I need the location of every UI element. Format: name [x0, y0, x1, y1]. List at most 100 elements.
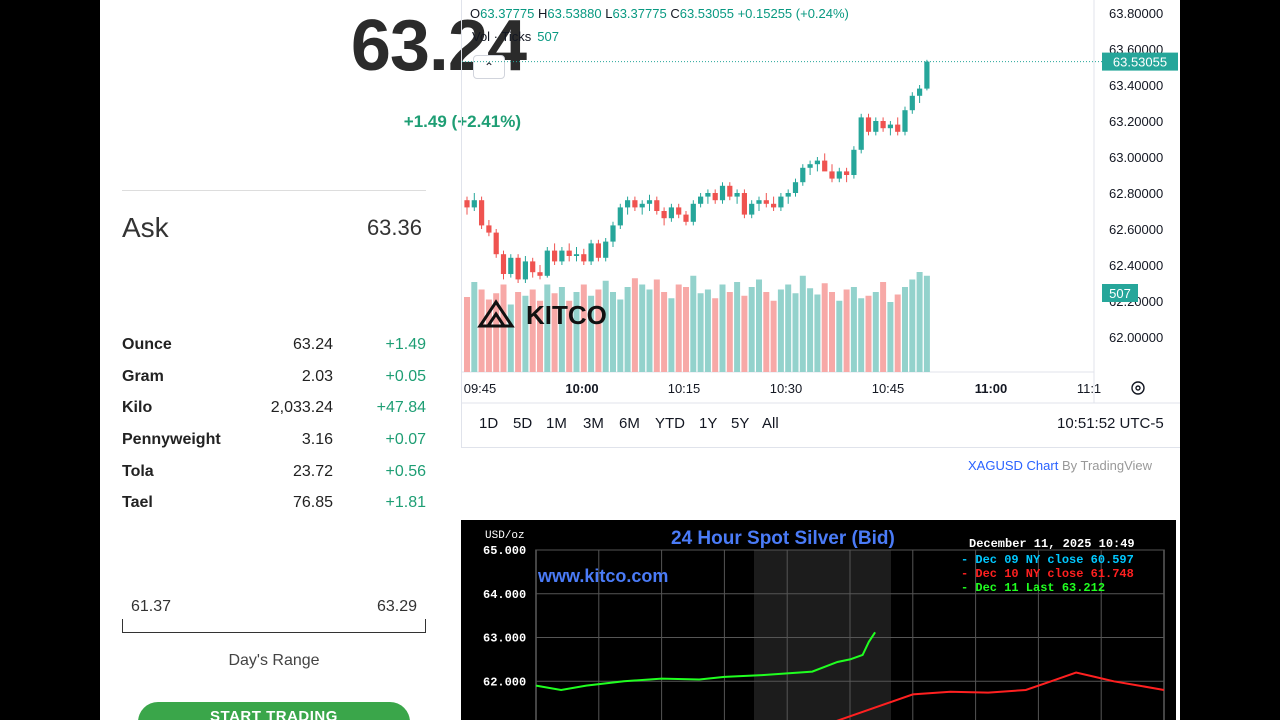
- timeframe-5y-button[interactable]: 5Y: [731, 415, 749, 432]
- candle-body: [887, 124, 893, 129]
- timeframe-all-button[interactable]: All: [762, 415, 779, 432]
- candle-body: [654, 200, 660, 211]
- tradingview-credit[interactable]: XAGUSD Chart By TradingView: [968, 458, 1152, 473]
- start-trading-button[interactable]: START TRADING: [138, 702, 410, 720]
- price-tick-label: 63.000: [483, 632, 526, 646]
- range-tick: [122, 619, 123, 633]
- timeframe-5d-button[interactable]: 5D: [513, 415, 532, 432]
- volume-bar: [748, 287, 755, 372]
- volume-bar: [756, 279, 762, 372]
- time-tick-label: 11:00: [975, 381, 1008, 396]
- timeframe-6m-button[interactable]: 6M: [619, 415, 640, 432]
- price-tick-label: 62.40000: [1109, 258, 1163, 273]
- candle-body: [829, 171, 835, 179]
- price-tick-label: 63.00000: [1109, 150, 1163, 165]
- candlestick-plot[interactable]: 63.8000063.6000063.4000063.2000063.00000…: [462, 0, 1180, 447]
- chart-clock[interactable]: 10:51:52 UTC-5: [1057, 415, 1164, 432]
- price-tick-label: 62.000: [483, 675, 526, 689]
- candle-body: [734, 193, 740, 197]
- candle-body: [544, 250, 550, 276]
- gear-ring: [1131, 381, 1145, 395]
- candle-body: [698, 196, 704, 204]
- price-tick-label: 63.20000: [1109, 114, 1163, 129]
- unit-row-tael: Tael 76.85 +1.81: [122, 494, 426, 522]
- candle-body: [479, 200, 485, 226]
- time-tick-label: 10:00: [565, 381, 598, 396]
- volume-bar: [894, 294, 901, 372]
- time-tick-label: 10:45: [872, 381, 905, 396]
- timeframe-3m-button[interactable]: 3M: [583, 415, 604, 432]
- tradingview-link[interactable]: By TradingView: [1062, 458, 1152, 473]
- tradingview-chart[interactable]: O63.37775 H63.53880 L63.37775 C63.53055 …: [461, 0, 1180, 448]
- volume-bar: [712, 298, 719, 372]
- gear-hub: [1135, 385, 1141, 391]
- candle-body: [668, 207, 674, 219]
- volume-bar: [923, 275, 930, 372]
- volume-bar: [799, 275, 806, 372]
- volume-bar: [741, 295, 748, 372]
- timeframe-1d-button[interactable]: 1D: [479, 415, 498, 432]
- unit-name: Kilo: [122, 399, 153, 416]
- unit-change: +1.81: [385, 494, 426, 511]
- ask-value: 63.36: [366, 215, 422, 240]
- unit-price: 63.24: [292, 336, 333, 353]
- last-price-tag: 63.53055: [1113, 55, 1167, 70]
- candle-body: [727, 185, 733, 197]
- candle-body: [500, 254, 507, 274]
- unit-name: Pennyweight: [122, 431, 221, 448]
- volume-bar: [464, 297, 470, 372]
- candle-body: [800, 167, 806, 183]
- range-tick: [425, 619, 426, 633]
- volume-bar: [639, 284, 646, 372]
- volume-bar: [617, 299, 624, 372]
- time-tick-label: 10:15: [668, 381, 701, 396]
- candle-body: [610, 225, 616, 242]
- candle-body: [873, 121, 879, 132]
- candle-body: [595, 243, 601, 258]
- volume-bar: [631, 278, 638, 372]
- candle-body: [566, 250, 572, 256]
- candle-body: [661, 211, 667, 219]
- candle-body: [471, 200, 477, 208]
- y-axis-label: USD/oz: [485, 530, 525, 542]
- legend-entry: - Dec 11 Last 63.212: [961, 581, 1105, 595]
- source-watermark: www.kitco.com: [537, 566, 668, 586]
- chart-symbol-link[interactable]: XAGUSD Chart: [968, 458, 1058, 473]
- volume-bar: [807, 288, 814, 372]
- candle-body: [917, 88, 923, 96]
- unit-row-ounce: Ounce 63.24 +1.49: [122, 336, 426, 364]
- candle-body: [632, 200, 638, 208]
- candle-body: [880, 121, 886, 129]
- volume-bar: [515, 292, 522, 372]
- volume-bar: [858, 298, 865, 372]
- volume-bar: [646, 289, 653, 372]
- unit-change: +0.56: [385, 463, 426, 480]
- timeframe-1y-button[interactable]: 1Y: [699, 415, 717, 432]
- candle-body: [822, 160, 828, 172]
- unit-row-kilo: Kilo 2,033.24 +47.84: [122, 399, 426, 427]
- volume-bar: [836, 300, 843, 372]
- page: 63.24 +1.49 (+2.41%) Ask 63.36 Ounce 63.…: [100, 0, 1180, 720]
- candle-body: [530, 261, 536, 273]
- candle-body: [771, 203, 777, 208]
- volume-bar: [704, 289, 711, 372]
- day-range-high: 63.29: [376, 598, 417, 615]
- candle-body: [522, 261, 528, 280]
- day-range-bar: [122, 632, 426, 633]
- volume-bar: [507, 304, 514, 372]
- candle-body: [588, 243, 594, 262]
- price-tick-label: 62.60000: [1109, 222, 1163, 237]
- candle-body: [573, 254, 580, 256]
- volume-bar: [777, 289, 784, 372]
- volume-bar: [661, 292, 668, 372]
- unit-change: +0.05: [385, 368, 426, 385]
- unit-row-gram: Gram 2.03 +0.05: [122, 368, 426, 396]
- timeframe-1m-button[interactable]: 1M: [546, 415, 567, 432]
- timeframe-ytd-button[interactable]: YTD: [655, 415, 685, 432]
- watermark-text: KITCO: [526, 300, 607, 330]
- volume-bar: [690, 275, 697, 372]
- candle-body: [639, 203, 645, 208]
- volume-bar: [668, 298, 675, 372]
- legend-entry: - Dec 09 NY close 60.597: [961, 553, 1134, 567]
- candle-body: [646, 200, 653, 204]
